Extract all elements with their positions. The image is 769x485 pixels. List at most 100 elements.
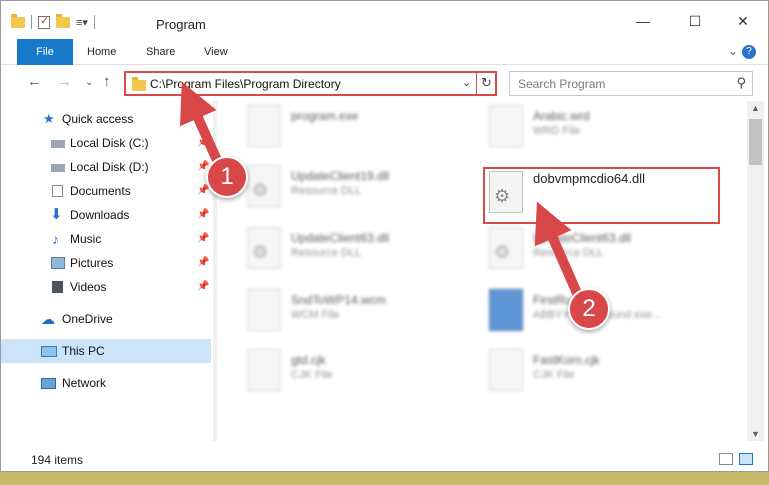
close-button[interactable]: ✕ xyxy=(733,11,753,31)
sidebar-item-label: Music xyxy=(70,232,102,246)
document-file-icon xyxy=(489,105,523,147)
recent-locations-icon[interactable]: ⌄ xyxy=(85,77,93,88)
large-icons-view-icon[interactable] xyxy=(739,453,753,465)
title-bar: ≡▾ Program — ☐ ✕ xyxy=(1,1,768,39)
search-icon[interactable]: ⚲ xyxy=(736,75,746,91)
dll-file-icon xyxy=(247,227,281,269)
sidebar-item-this-pc[interactable]: This PC xyxy=(1,339,211,363)
sidebar-item-videos[interactable]: Videos 📌 xyxy=(1,275,211,299)
dll-file-icon xyxy=(247,165,281,207)
divider xyxy=(93,15,95,29)
new-folder-icon[interactable] xyxy=(56,13,70,28)
sidebar-item-label: This PC xyxy=(62,344,105,358)
sidebar-item-label: Videos xyxy=(70,280,107,294)
maximize-button[interactable]: ☐ xyxy=(685,11,705,31)
file-name: UpdateClient63.dll xyxy=(533,231,632,245)
pin-icon[interactable]: 📌 xyxy=(197,275,209,299)
pin-icon[interactable]: 📌 xyxy=(197,251,209,275)
status-bar: 194 items xyxy=(1,447,768,471)
drive-icon xyxy=(51,164,65,172)
sidebar-item-onedrive[interactable]: ☁ OneDrive xyxy=(1,307,211,331)
sidebar-item-downloads[interactable]: ⬇ Downloads 📌 xyxy=(1,203,211,227)
videos-icon xyxy=(52,281,63,293)
file-type: CJK File xyxy=(533,369,575,381)
sidebar-item-label: Documents xyxy=(70,184,131,198)
refresh-icon[interactable]: ↻ xyxy=(481,75,492,91)
tab-file[interactable]: File xyxy=(17,39,73,65)
file-type: CJK File xyxy=(291,369,333,381)
up-arrow-icon[interactable]: ↑ xyxy=(103,73,111,90)
navigation-bar: ← → ⌄ ↑ C:\Program Files\Program Directo… xyxy=(1,65,768,101)
divider xyxy=(31,15,32,29)
sidebar-item-local-disk-c[interactable]: Local Disk (C:) 📌 xyxy=(1,131,211,155)
file-item[interactable]: UpdateClient63.dll Resource DLL xyxy=(227,223,467,275)
folder-icon xyxy=(132,77,146,91)
file-item[interactable]: Arabic.wrd WRD File xyxy=(469,101,709,153)
pin-icon[interactable]: 📌 xyxy=(197,203,209,227)
file-name: program.exe xyxy=(291,109,359,123)
address-path[interactable]: C:\Program Files\Program Directory xyxy=(150,77,341,91)
tab-share[interactable]: Share xyxy=(136,39,185,65)
file-name: SndToWP14.wcm xyxy=(291,293,386,307)
sidebar-item-pictures[interactable]: Pictures 📌 xyxy=(1,251,211,275)
pin-icon[interactable]: 📌 xyxy=(197,227,209,251)
scroll-down-icon[interactable]: ▼ xyxy=(751,429,760,439)
application-icon xyxy=(489,289,523,331)
file-name: FastKorn.cjk xyxy=(533,353,600,367)
documents-icon xyxy=(52,185,63,197)
forward-arrow-icon[interactable]: → xyxy=(57,73,72,90)
search-placeholder[interactable]: Search Program xyxy=(518,77,605,91)
properties-icon[interactable] xyxy=(38,14,50,29)
sidebar-item-music[interactable]: ♪ Music 📌 xyxy=(1,227,211,251)
explorer-window: ≡▾ Program — ☐ ✕ File Home Share View ⌄ … xyxy=(0,0,769,472)
sidebar-item-documents[interactable]: Documents 📌 xyxy=(1,179,211,203)
tab-home[interactable]: Home xyxy=(77,39,126,65)
document-file-icon xyxy=(247,289,281,331)
sidebar-item-label: Pictures xyxy=(70,256,114,270)
customize-qat-icon[interactable]: ≡▾ xyxy=(76,16,88,29)
scroll-up-icon[interactable]: ▲ xyxy=(751,103,760,113)
sidebar-item-label: Downloads xyxy=(70,208,130,222)
sidebar-item-local-disk-d[interactable]: Local Disk (D:) 📌 xyxy=(1,155,211,179)
file-item[interactable]: UpdateClient63.dll Resource DLL xyxy=(469,223,709,275)
file-item[interactable]: SndToWP14.wcm WCM File xyxy=(227,285,467,337)
step-marker-2: 2 xyxy=(568,288,610,330)
file-item[interactable]: program.exe xyxy=(227,101,467,153)
minimize-button[interactable]: — xyxy=(633,11,653,31)
back-arrow-icon[interactable]: ← xyxy=(27,73,42,90)
address-bar[interactable]: C:\Program Files\Program Directory ⌄ ↻ xyxy=(124,71,497,96)
expand-ribbon-icon[interactable]: ⌄ xyxy=(728,44,738,58)
sidebar-item-label: Network xyxy=(62,376,107,390)
file-list: program.exe Arabic.wrd WRD File UpdateCl… xyxy=(219,101,745,441)
file-item[interactable]: UpdateClient19.dll Resource DLL xyxy=(227,161,467,213)
step-marker-1: 1 xyxy=(206,156,248,198)
file-type: Resource DLL xyxy=(291,247,362,259)
sidebar-item-label: Quick access xyxy=(62,112,134,126)
network-icon xyxy=(41,378,56,389)
document-file-icon xyxy=(247,349,281,391)
details-view-icon[interactable] xyxy=(719,453,733,465)
pin-icon[interactable]: 📌 xyxy=(197,131,209,155)
help-icon[interactable]: ? xyxy=(742,45,756,59)
file-name: gtd.cjk xyxy=(291,353,326,367)
vertical-scrollbar[interactable]: ▲ ▼ xyxy=(747,101,764,441)
file-item[interactable]: gtd.cjk CJK File xyxy=(227,345,467,397)
sidebar-scrollbar[interactable] xyxy=(213,101,217,441)
music-icon: ♪ xyxy=(52,231,59,247)
file-name: Arabic.wrd xyxy=(533,109,590,123)
file-item[interactable]: FastKorn.cjk CJK File xyxy=(469,345,709,397)
search-box[interactable]: Search Program ⚲ xyxy=(509,71,753,96)
chevron-down-icon[interactable]: ⌄ xyxy=(462,76,471,89)
dll-file-icon xyxy=(489,227,523,269)
sidebar-item-quick-access[interactable]: ★ Quick access xyxy=(1,107,211,131)
folder-icon xyxy=(11,13,25,28)
sidebar-item-network[interactable]: Network xyxy=(1,371,211,395)
pictures-icon xyxy=(51,257,65,269)
target-file-highlight xyxy=(483,167,720,224)
downloads-icon: ⬇ xyxy=(50,206,63,223)
ribbon-tabs: File Home Share View ⌄ ? xyxy=(1,39,768,65)
sidebar-item-label: Local Disk (C:) xyxy=(70,136,149,150)
file-name: UpdateClient19.dll xyxy=(291,169,390,183)
tab-view[interactable]: View xyxy=(194,39,238,65)
scrollbar-thumb[interactable] xyxy=(749,119,762,165)
